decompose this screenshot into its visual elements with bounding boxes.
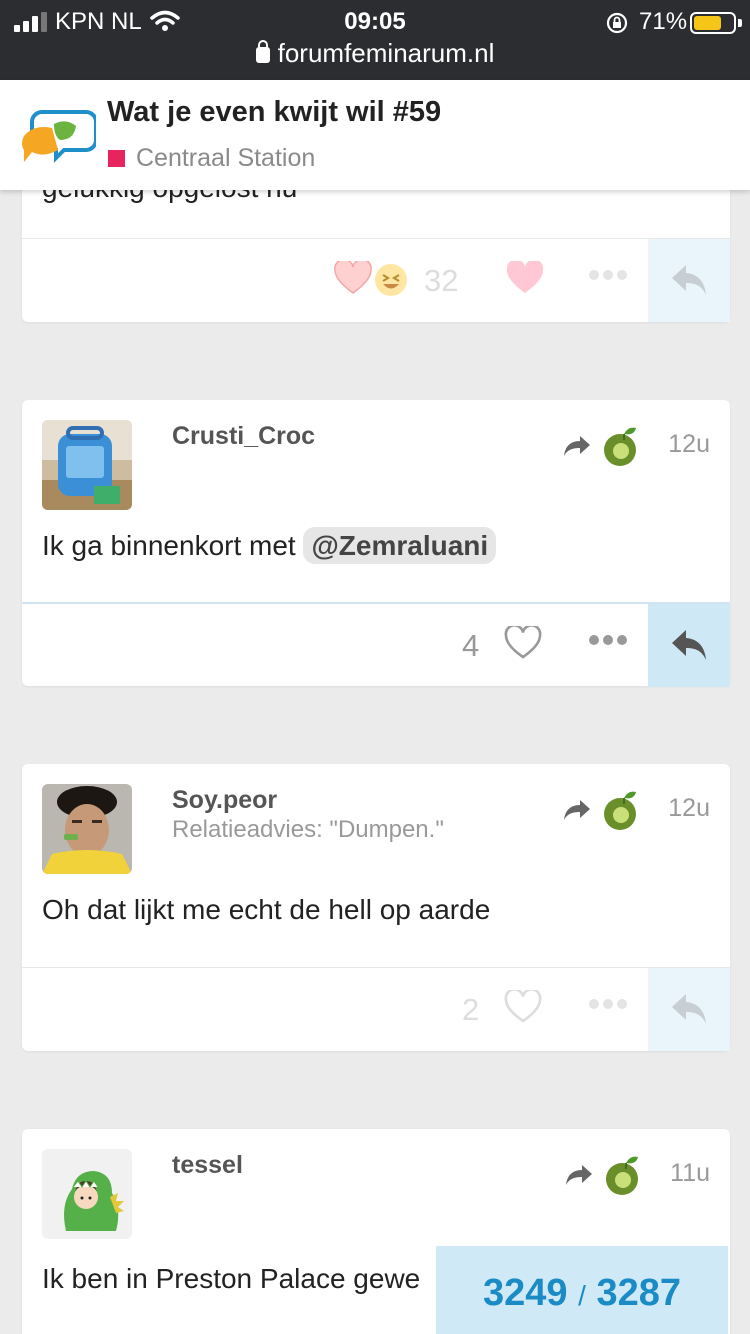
url-text: forumfeminarum.nl [277,38,495,68]
post-body: Ik ben in Preston Palace gewe [42,1263,421,1294]
reaction-count[interactable]: 32 [424,263,458,299]
more-options-icon[interactable] [588,632,628,648]
progress-current: 3249 [483,1272,568,1314]
heart-reaction-icon [334,261,372,294]
progress-total: 3287 [596,1272,681,1314]
user-mention-link[interactable]: @Zemraluani [303,527,497,564]
reply-arrow-icon [672,994,706,1024]
orientation-lock-icon [606,12,628,34]
category-name[interactable]: Centraal Station [136,144,315,173]
laughing-emoji-icon [375,264,407,296]
share-icon[interactable] [562,434,592,458]
post-time[interactable]: 11u [670,1159,710,1188]
lime-badge-icon [606,1156,638,1195]
username[interactable]: Soy.peor [172,786,277,815]
battery-icon [690,12,736,34]
post-actions: 32 [22,238,730,322]
username[interactable]: tessel [172,1151,243,1180]
like-heart-icon[interactable] [504,626,542,660]
battery-nub [738,19,742,27]
address-bar[interactable]: forumfeminarum.nl [0,38,750,69]
more-options-icon[interactable] [588,267,628,283]
post-time[interactable]: 12u [668,430,710,459]
topic-title[interactable]: Wat je even kwijt wil #59 [107,96,441,129]
post-actions: 4 [22,602,730,687]
avatar[interactable] [42,1149,132,1239]
battery-percent: 71% [639,8,688,35]
more-options-icon[interactable] [588,996,628,1012]
post-card: Crusti_Croc 12u Ik ga binnenkort met @Ze… [22,400,730,687]
user-title: Relatieadvies: "Dumpen." [172,816,444,843]
reply-button[interactable] [648,968,730,1051]
share-icon[interactable] [564,1163,594,1187]
progress-separator: / [578,1280,586,1311]
avatar[interactable] [42,784,132,874]
post-actions: 2 [22,967,730,1051]
post-card: Soy.peor Relatieadvies: "Dumpen." 12u Oh… [22,764,730,1051]
lime-badge-icon [604,791,636,830]
like-count[interactable]: 2 [462,992,479,1028]
lime-badge-icon [604,427,636,466]
reply-button[interactable] [648,239,730,322]
reply-button[interactable] [648,604,730,687]
status-bar: KPN NL 09:05 71% forumfeminarum.nl [0,0,750,80]
topic-progress[interactable]: 3249 / 3287 [436,1246,728,1334]
lock-icon [255,40,270,63]
post-body: Oh dat lijkt me echt de hell op aarde [42,894,491,925]
like-heart-icon[interactable] [504,990,542,1024]
clock: 09:05 [344,8,406,35]
category-color-badge [108,150,125,167]
like-heart-icon[interactable] [506,261,544,295]
share-icon[interactable] [562,798,592,822]
topic-header: Wat je even kwijt wil #59 Centraal Stati… [0,80,750,190]
reply-arrow-icon [672,265,706,295]
avatar[interactable] [42,420,132,510]
battery-level [694,16,721,30]
username[interactable]: Crusti_Croc [172,422,315,451]
post-body: Ik ga binnenkort met @Zemraluani [42,527,497,564]
like-count[interactable]: 4 [462,628,479,664]
reply-arrow-icon [672,630,706,660]
post-time[interactable]: 12u [668,794,710,823]
forum-logo-icon[interactable] [20,102,96,168]
post-text: Ik ga binnenkort met [42,530,304,561]
